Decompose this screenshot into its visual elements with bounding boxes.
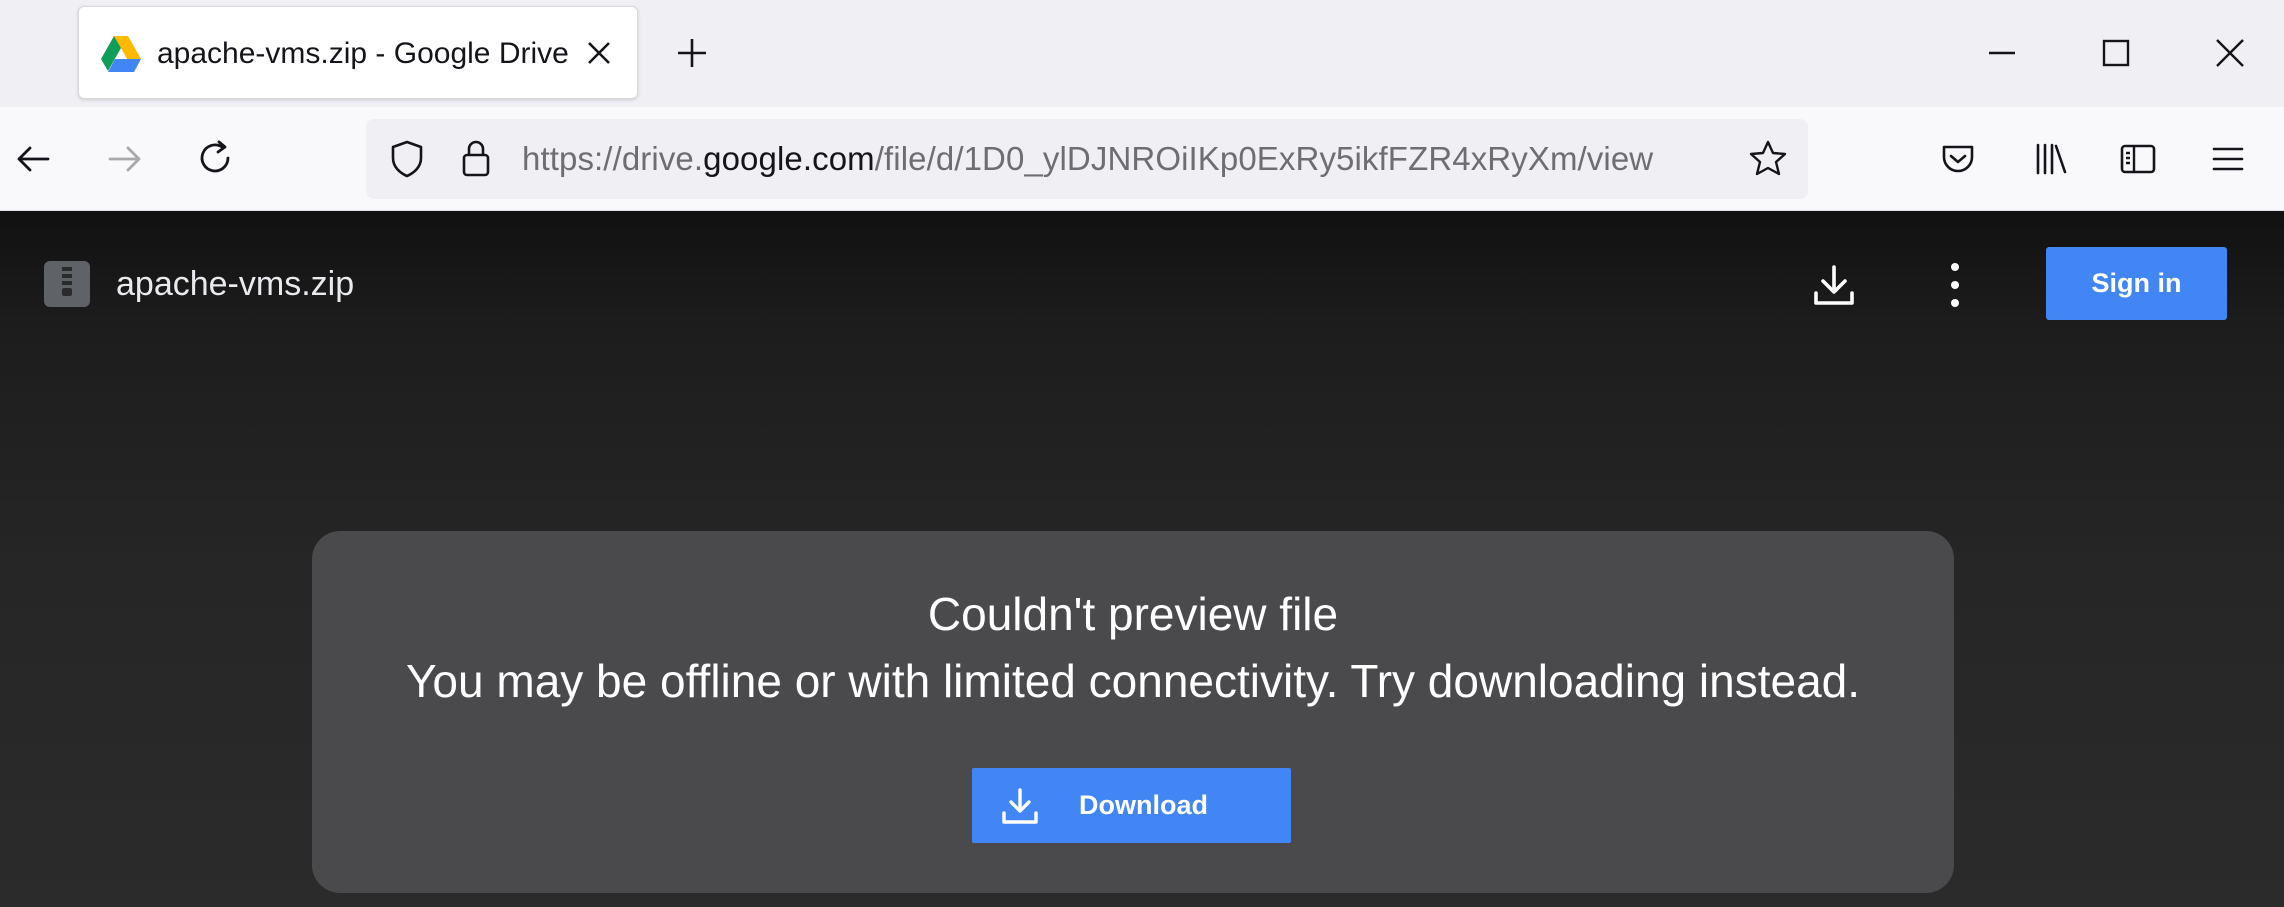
file-name: apache-vms.zip [116, 265, 355, 303]
url-path: /file/d/1D0_ylDJNROiIKp0ExRy5ikfFZR4xRyX… [874, 140, 1654, 177]
arrow-right-icon[interactable] [102, 137, 146, 181]
star-icon[interactable] [1746, 137, 1790, 181]
browser-tab[interactable]: apache-vms.zip - Google Drive [78, 6, 638, 99]
url-host: google.com [703, 140, 875, 177]
download-icon [1002, 788, 1038, 824]
sign-in-button[interactable]: Sign in [2046, 247, 2227, 320]
error-title: Couldn't preview file [927, 588, 1339, 640]
arrow-left-icon[interactable] [12, 137, 56, 181]
download-button-label: Download [1079, 790, 1208, 820]
maximize-icon[interactable] [2093, 30, 2139, 76]
drive-viewer: apache-vms.zip Sign in Couldn't preview … [0, 211, 2284, 907]
download-icon[interactable] [1808, 259, 1860, 311]
archive-file-icon [44, 261, 90, 307]
url-bar[interactable]: https://drive.google.com/file/d/1D0_ylDJ… [366, 119, 1808, 199]
plus-icon[interactable] [672, 33, 712, 73]
nav-toolbar: https://drive.google.com/file/d/1D0_ylDJ… [0, 107, 2284, 211]
pocket-icon[interactable] [1936, 137, 1980, 181]
close-icon[interactable] [579, 33, 619, 73]
more-options-icon[interactable] [1940, 259, 1970, 311]
error-message: You may be offline or with limited conne… [405, 655, 1861, 707]
google-drive-icon [101, 36, 141, 72]
close-icon[interactable] [2207, 30, 2253, 76]
sidebar-icon[interactable] [2116, 137, 2160, 181]
download-button[interactable]: Download [972, 768, 1291, 843]
shield-icon[interactable] [386, 138, 428, 180]
tab-strip: apache-vms.zip - Google Drive [0, 0, 2284, 107]
menu-icon[interactable] [2206, 137, 2250, 181]
lock-icon[interactable] [456, 136, 496, 180]
library-icon[interactable] [2028, 137, 2072, 181]
minimize-icon[interactable] [1979, 30, 2025, 76]
tab-title: apache-vms.zip - Google Drive [157, 37, 569, 70]
reload-icon[interactable] [194, 137, 238, 181]
preview-error-card: Couldn't preview file You may be offline… [312, 531, 1954, 893]
url-prefix: https://drive. [522, 140, 704, 177]
url-text[interactable]: https://drive.google.com/file/d/1D0_ylDJ… [522, 119, 1653, 199]
